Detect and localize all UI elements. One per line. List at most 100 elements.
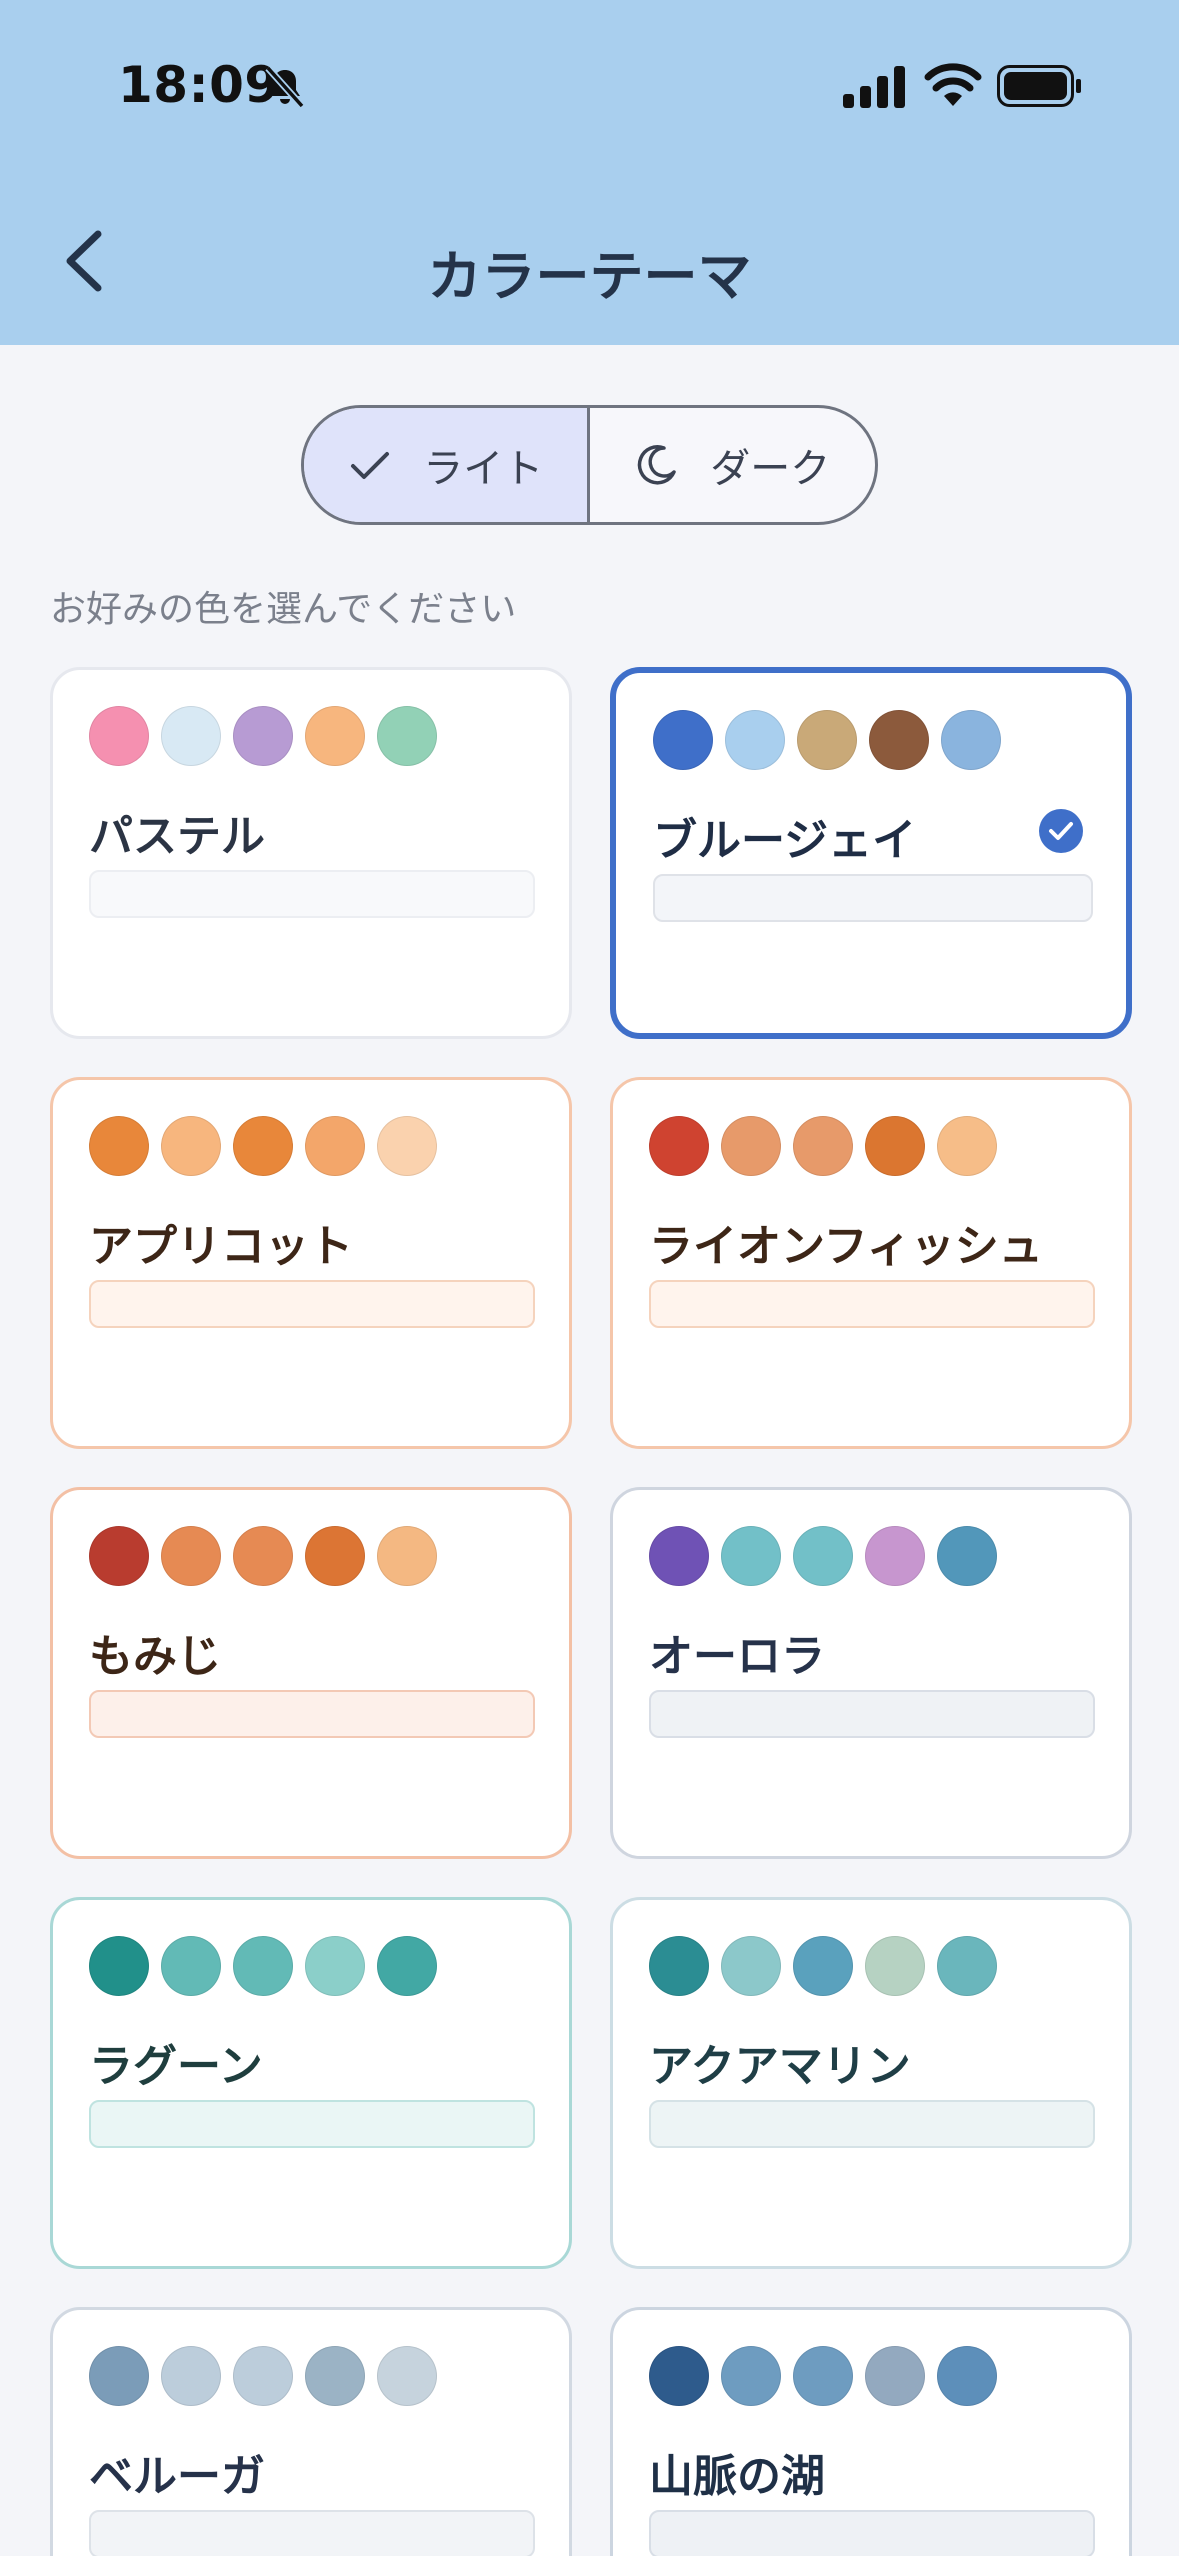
selected-check-icon [1039, 809, 1083, 853]
color-swatch [233, 2346, 293, 2406]
theme-preview-bar [89, 2100, 535, 2148]
color-swatch [305, 1526, 365, 1586]
color-swatches [649, 1116, 997, 1176]
color-swatch [725, 710, 785, 770]
color-swatch [793, 1936, 853, 1996]
color-swatch [377, 1116, 437, 1176]
color-swatch [161, 706, 221, 766]
color-swatch [937, 1116, 997, 1176]
color-swatch [721, 1936, 781, 1996]
theme-name: ブルージェイ [653, 815, 917, 866]
bell-muted-icon [265, 65, 305, 109]
color-swatch [161, 1936, 221, 1996]
checkmark-icon [351, 452, 390, 479]
theme-card[interactable]: ライオンフィッシュ [610, 1077, 1132, 1449]
theme-name: アプリコット [89, 1221, 353, 1272]
cellular-signal-icon [843, 66, 905, 108]
color-swatch [937, 1526, 997, 1586]
color-swatch [305, 2346, 365, 2406]
color-swatch [305, 1116, 365, 1176]
color-swatches [89, 2346, 437, 2406]
theme-card[interactable]: 山脈の湖 [610, 2307, 1132, 2556]
color-swatches [89, 706, 437, 766]
color-swatch [377, 1526, 437, 1586]
color-swatch [89, 1936, 149, 1996]
color-swatch [377, 2346, 437, 2406]
theme-card[interactable]: オーロラ [610, 1487, 1132, 1859]
section-subtitle: お好みの色を選んでください [50, 589, 517, 630]
color-swatch [937, 2346, 997, 2406]
theme-card[interactable]: ベルーガ [50, 2307, 572, 2556]
color-swatch [161, 2346, 221, 2406]
color-swatches [649, 1936, 997, 1996]
color-swatch [721, 1526, 781, 1586]
color-swatch [161, 1526, 221, 1586]
color-swatch [865, 2346, 925, 2406]
color-swatch [161, 1116, 221, 1176]
moon-icon [638, 445, 676, 485]
color-swatch [937, 1936, 997, 1996]
color-swatch [649, 1526, 709, 1586]
theme-preview-bar [89, 1690, 535, 1738]
color-swatch [305, 706, 365, 766]
color-swatch [721, 2346, 781, 2406]
theme-card[interactable]: もみじ [50, 1487, 572, 1859]
theme-preview-bar [649, 1280, 1095, 1328]
color-swatch [649, 1936, 709, 1996]
dark-mode-label: ダーク [710, 446, 831, 492]
theme-name: アクアマリン [649, 2041, 911, 2092]
theme-card[interactable]: アプリコット [50, 1077, 572, 1449]
color-swatch [865, 1936, 925, 1996]
theme-name: オーロラ [649, 1631, 825, 1682]
page-title: カラーテーマ [427, 245, 752, 308]
color-swatch [89, 1116, 149, 1176]
color-swatches [89, 1526, 437, 1586]
color-swatch [89, 706, 149, 766]
theme-preview-bar [653, 874, 1093, 922]
dark-mode-button[interactable]: ダーク [590, 408, 876, 522]
color-swatch [865, 1526, 925, 1586]
color-swatch [649, 2346, 709, 2406]
theme-name: 山脈の湖 [649, 2451, 825, 2502]
color-swatch [233, 1116, 293, 1176]
theme-preview-bar [89, 2510, 535, 2556]
theme-card[interactable]: アクアマリン [610, 1897, 1132, 2269]
theme-preview-bar [89, 870, 535, 918]
battery-icon [997, 65, 1081, 107]
theme-name: ラグーン [89, 2041, 263, 2092]
color-swatches [89, 1936, 437, 1996]
light-mode-label: ライト [423, 446, 544, 492]
color-swatch [797, 710, 857, 770]
theme-preview-bar [649, 2510, 1095, 2556]
light-mode-button[interactable]: ライト [304, 408, 590, 522]
theme-name: パステル [89, 811, 265, 862]
theme-preview-bar [89, 1280, 535, 1328]
color-swatch [793, 1116, 853, 1176]
color-swatches [649, 2346, 997, 2406]
color-swatch [721, 1116, 781, 1176]
color-swatch [653, 710, 713, 770]
theme-name: もみじ [89, 1631, 221, 1682]
status-time: 18:09 [118, 56, 280, 114]
color-swatch [377, 706, 437, 766]
color-swatches [653, 710, 1001, 770]
color-swatch [869, 710, 929, 770]
color-swatches [89, 1116, 437, 1176]
color-swatch [865, 1116, 925, 1176]
color-swatch [649, 1116, 709, 1176]
theme-card[interactable]: パステル [50, 667, 572, 1039]
color-swatch [233, 1936, 293, 1996]
color-swatch [89, 2346, 149, 2406]
theme-name: ベルーガ [89, 2451, 265, 2502]
color-swatch [377, 1936, 437, 1996]
wifi-icon [924, 63, 982, 106]
theme-preview-bar [649, 2100, 1095, 2148]
color-swatch [233, 1526, 293, 1586]
theme-card[interactable]: ブルージェイ [610, 667, 1132, 1039]
color-swatch [305, 1936, 365, 1996]
theme-preview-bar [649, 1690, 1095, 1738]
color-swatch [233, 706, 293, 766]
color-swatch [89, 1526, 149, 1586]
color-swatch [793, 2346, 853, 2406]
theme-card[interactable]: ラグーン [50, 1897, 572, 2269]
